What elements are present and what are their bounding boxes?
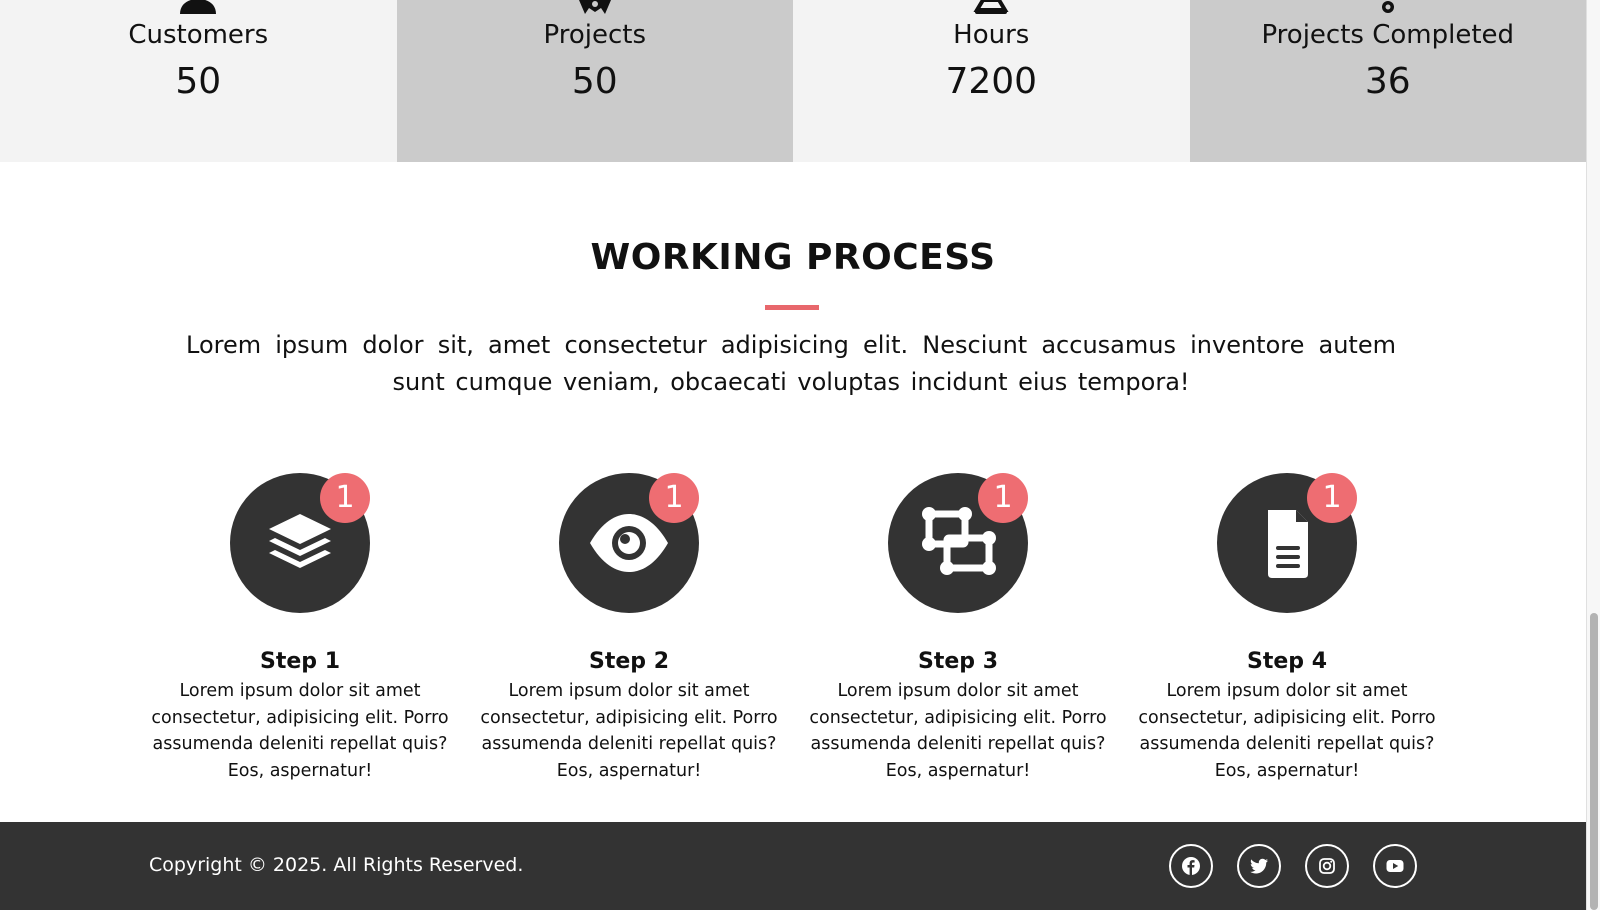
step-title: Step 4 — [1247, 649, 1327, 674]
page: Customers 50 Projects 50 Hours 7200 Proj… — [0, 0, 1586, 910]
copyright-text: Copyright © 2025. All Rights Reserved. — [149, 854, 524, 876]
process-steps: 1 Step 1 Lorem ipsum dolor sit amet cons… — [0, 470, 1586, 790]
step-badge: 1 — [320, 473, 370, 523]
step-badge: 1 — [978, 473, 1028, 523]
step-text: Lorem ipsum dolor sit amet consectetur, … — [480, 681, 778, 781]
section-intro: Lorem ipsum dolor sit, amet consectetur … — [186, 331, 1396, 396]
stat-label: Projects Completed — [1261, 20, 1515, 50]
hourglass-icon — [973, 0, 1009, 14]
section-title: WORKING PROCESS — [590, 237, 996, 278]
vertical-scrollbar[interactable] — [1586, 0, 1600, 910]
footer: Copyright © 2025. All Rights Reserved. — [0, 822, 1586, 910]
stat-value: 50 — [571, 61, 618, 102]
step-text: Lorem ipsum dolor sit amet consectetur, … — [809, 681, 1107, 781]
stat-label: Customers — [128, 20, 269, 50]
facebook-icon — [1182, 857, 1200, 875]
stats-section: Customers 50 Projects 50 Hours 7200 Proj… — [0, 0, 1586, 162]
stat-value: 50 — [175, 61, 222, 102]
stat-customers: Customers 50 — [0, 0, 397, 162]
step-title: Step 3 — [918, 649, 998, 674]
stat-label: Hours — [953, 20, 1030, 50]
step-text: Lorem ipsum dolor sit amet consectetur, … — [1138, 681, 1436, 781]
step-title: Step 2 — [589, 649, 669, 674]
stat-value: 7200 — [945, 61, 1038, 102]
twitter-link[interactable] — [1237, 844, 1281, 888]
award-icon — [578, 0, 611, 14]
stat-hours: Hours 7200 — [793, 0, 1190, 162]
youtube-icon — [1386, 860, 1404, 872]
stat-label: Projects — [543, 20, 646, 50]
twitter-icon — [1250, 858, 1268, 874]
step-badge: 1 — [649, 473, 699, 523]
youtube-link[interactable] — [1373, 844, 1417, 888]
marker-icon — [1381, 1, 1394, 13]
step-badge: 1 — [1307, 473, 1357, 523]
instagram-link[interactable] — [1305, 844, 1349, 888]
step-text: Lorem ipsum dolor sit amet consectetur, … — [151, 681, 449, 781]
step-title: Step 1 — [260, 649, 340, 674]
title-divider — [765, 305, 819, 310]
facebook-link[interactable] — [1169, 844, 1213, 888]
instagram-icon — [1319, 858, 1335, 874]
stat-projects: Projects 50 — [396, 0, 793, 162]
user-icon — [180, 0, 217, 14]
scrollbar-thumb[interactable] — [1590, 613, 1598, 910]
stat-projects-completed: Projects Completed 36 — [1189, 0, 1586, 162]
stat-value: 36 — [1364, 61, 1411, 102]
